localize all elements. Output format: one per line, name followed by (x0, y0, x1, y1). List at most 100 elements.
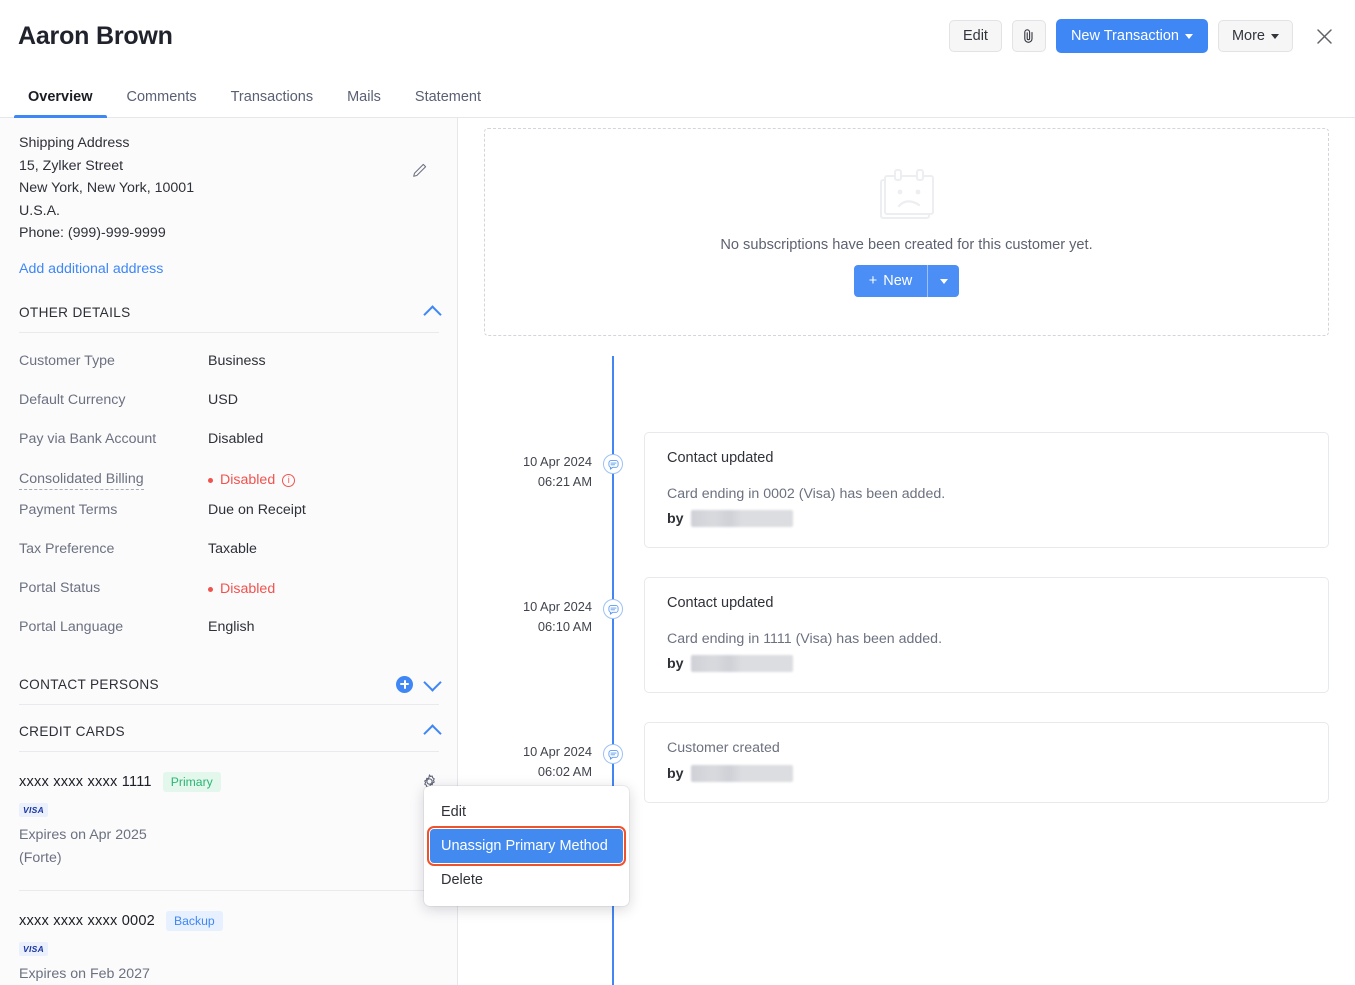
comment-icon (607, 604, 619, 615)
timeline-by-label: by (667, 510, 684, 527)
subscriptions-empty-state: No subscriptions have been created for t… (484, 128, 1329, 336)
activity-timeline: 10 Apr 2024 06:21 AM Contact updated Car… (484, 356, 1329, 985)
contact-persons-header[interactable]: CONTACT PERSONS (19, 673, 442, 705)
contact-persons-title: CONTACT PERSONS (19, 676, 159, 692)
timeline-node (603, 599, 623, 619)
redacted-author-name (690, 655, 793, 672)
detail-value: Disabled (208, 581, 275, 597)
address-phone: Phone: (999)-999-9999 (19, 225, 166, 242)
shipping-address-block: Shipping Address 15, Zylker Street New Y… (19, 132, 439, 278)
other-details-actions (423, 304, 442, 324)
plus-icon: + (868, 273, 878, 289)
chevron-up-icon[interactable] (423, 724, 442, 743)
close-button[interactable] (1309, 21, 1339, 51)
timeline-description: Card ending in 0002 (Visa) has been adde… (667, 486, 946, 502)
add-contact-person-icon[interactable] (396, 675, 413, 693)
timeline-title: Contact updated (667, 595, 774, 611)
menu-item-edit[interactable]: Edit (424, 795, 629, 829)
tab-comments[interactable]: Comments (113, 89, 211, 117)
new-transaction-label: New Transaction (1070, 28, 1179, 44)
timeline-description: Card ending in 1111 (Visa) has been adde… (667, 631, 943, 647)
new-subscription-button[interactable]: + New (854, 265, 927, 297)
other-details-title: OTHER DETAILS (19, 304, 131, 320)
detail-row: Customer Type Business (19, 353, 439, 392)
empty-state-message: No subscriptions have been created for t… (720, 237, 1093, 253)
credit-cards-header[interactable]: CREDIT CARDS (19, 723, 442, 752)
detail-label: Tax Preference (19, 540, 115, 557)
paperclip-icon (1024, 29, 1033, 43)
detail-label: Customer Type (19, 352, 115, 369)
close-icon (1316, 28, 1332, 44)
credit-card-header: xxxx xxxx xxxx 1111 Primary (19, 771, 439, 792)
timeline-entry: 10 Apr 2024 06:21 AM Contact updated Car… (484, 432, 1329, 548)
chevron-down-icon (1184, 33, 1193, 39)
tab-transactions[interactable]: Transactions (217, 89, 327, 117)
add-additional-address-link[interactable]: Add additional address (19, 261, 163, 277)
tab-statement[interactable]: Statement (401, 89, 495, 117)
card-badge: Backup (166, 910, 223, 931)
attachment-button[interactable] (1011, 20, 1046, 52)
other-details-header[interactable]: OTHER DETAILS (19, 304, 442, 333)
tab-mails[interactable]: Mails (333, 89, 395, 117)
timeline-card: Contact updated Card ending in 0002 (Vis… (644, 432, 1329, 548)
address-heading: Shipping Address (19, 135, 130, 151)
chevron-down-icon (939, 278, 948, 284)
page-title: Aaron Brown (18, 21, 173, 50)
new-subscription-split-button: + New (853, 265, 960, 297)
detail-label: Payment Terms (19, 501, 118, 518)
detail-label-wrap: Consolidated Billing (19, 470, 208, 490)
tab-overview[interactable]: Overview (14, 89, 107, 118)
detail-label[interactable]: Consolidated Billing (19, 471, 144, 490)
card-number: xxxx xxxx xxxx 1111 (19, 773, 152, 790)
new-transaction-button[interactable]: New Transaction (1055, 19, 1208, 53)
timeline-timestamp: 10 Apr 2024 06:10 AM (484, 577, 596, 693)
detail-value: Business (208, 352, 266, 369)
card-expiry: Expires on Feb 2027 (19, 965, 150, 982)
detail-value: Taxable (208, 540, 257, 557)
card-context-menu: Edit Unassign Primary Method Delete (424, 786, 629, 906)
timeline-timestamp: 10 Apr 2024 06:21 AM (484, 432, 596, 548)
timeline-by-label: by (667, 655, 684, 672)
edit-address-button[interactable] (412, 161, 430, 179)
detail-row: Pay via Bank Account Disabled (19, 431, 439, 470)
timeline-by-label: by (667, 765, 684, 782)
timeline-title: Customer created (667, 740, 780, 756)
detail-row-consolidated-billing: Consolidated Billing Disabled i (19, 470, 439, 502)
detail-value: USD (208, 391, 238, 408)
chevron-down-icon[interactable] (423, 673, 442, 692)
edit-button[interactable]: Edit (948, 20, 1002, 52)
comment-icon (607, 459, 619, 470)
detail-row: Default Currency USD (19, 392, 439, 431)
timeline-card: Customer created by (644, 722, 1329, 803)
header-actions: Edit New Transaction More (948, 19, 1339, 53)
timeline-title: Contact updated (667, 450, 774, 466)
visa-brand-icon: VISA (19, 802, 49, 817)
tab-bar: Overview Comments Transactions Mails Sta… (0, 72, 1355, 118)
timeline-date: 10 Apr 2024 (522, 599, 592, 614)
detail-value-text: Disabled (220, 581, 276, 598)
timeline-author: by (667, 510, 1308, 527)
detail-value: English (208, 618, 255, 635)
more-button[interactable]: More (1217, 20, 1293, 52)
redacted-author-name (690, 765, 793, 782)
visa-brand-icon: VISA (19, 941, 49, 956)
credit-card-header: xxxx xxxx xxxx 0002 Backup (19, 910, 439, 931)
pencil-icon (413, 163, 427, 177)
timeline-entry: 10 Apr 2024 06:10 AM Contact updated Car… (484, 577, 1329, 693)
detail-label: Portal Language (19, 618, 124, 635)
chevron-up-icon[interactable] (423, 305, 442, 324)
new-subscription-label: New (883, 273, 913, 289)
timeline-card: Contact updated Card ending in 1111 (Vis… (644, 577, 1329, 693)
address-country: U.S.A. (19, 202, 60, 219)
credit-card-item: xxxx xxxx xxxx 1111 Primary VISA Expires… (19, 752, 439, 874)
timeline-author: by (667, 655, 1308, 672)
new-subscription-dropdown-button[interactable] (928, 265, 959, 297)
credit-card-item: xxxx xxxx xxxx 0002 Backup VISA Expires … (19, 889, 439, 985)
menu-item-delete[interactable]: Delete (424, 863, 629, 897)
card-gateway: (Forte) (19, 849, 62, 866)
menu-item-unassign-primary-method[interactable]: Unassign Primary Method (427, 826, 626, 866)
detail-label: Pay via Bank Account (19, 430, 157, 447)
timeline-time: 06:10 AM (537, 619, 592, 634)
info-icon[interactable]: i (282, 473, 296, 487)
timeline-node (603, 454, 623, 474)
